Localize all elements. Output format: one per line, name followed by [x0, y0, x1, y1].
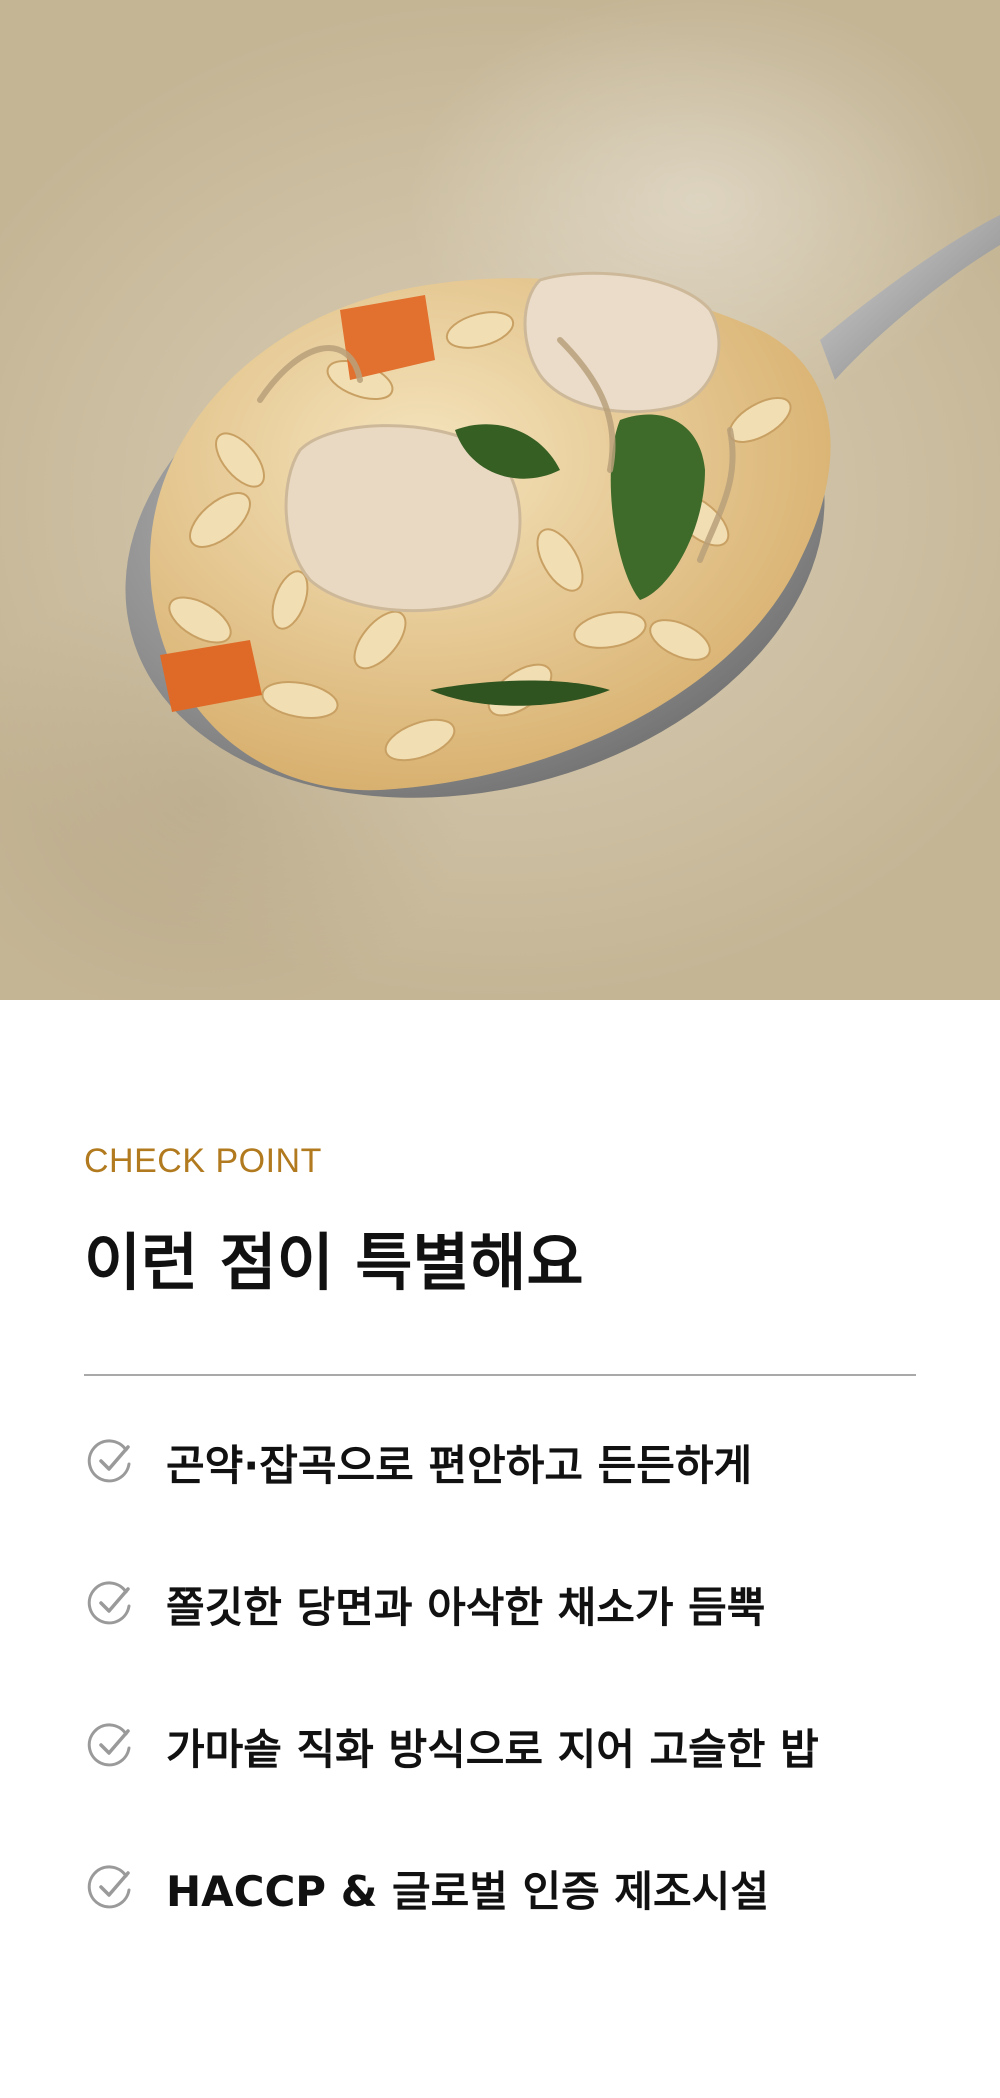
check-circle-icon — [87, 1723, 131, 1767]
food-spoon-illustration — [125, 215, 1000, 798]
divider — [84, 1374, 916, 1376]
check-circle-icon — [87, 1439, 131, 1483]
check-item: 가마솥 직화 방식으로 지어 고슬한 밥 — [84, 1714, 819, 1778]
hero-image — [0, 0, 1000, 1000]
check-item-label: 곤약·잡곡으로 편안하고 든든하게 — [166, 1440, 753, 1490]
check-item-label: 가마솥 직화 방식으로 지어 고슬한 밥 — [166, 1724, 819, 1774]
check-item: 곤약·잡곡으로 편안하고 든든하게 — [84, 1430, 752, 1494]
check-item-label: HACCP & 글로벌 인증 제조시설 — [166, 1866, 769, 1916]
check-item: 쫄깃한 당면과 아삭한 채소가 듬뿍 — [84, 1572, 765, 1636]
check-item-label: 쫄깃한 당면과 아삭한 채소가 듬뿍 — [166, 1582, 766, 1632]
section-title: 이런 점이 특별해요 — [84, 1226, 584, 1299]
section-eyebrow: CHECK POINT — [84, 1142, 322, 1180]
check-item: HACCP & 글로벌 인증 제조시설 — [84, 1856, 769, 1920]
check-circle-icon — [87, 1865, 131, 1909]
check-circle-icon — [87, 1581, 131, 1625]
